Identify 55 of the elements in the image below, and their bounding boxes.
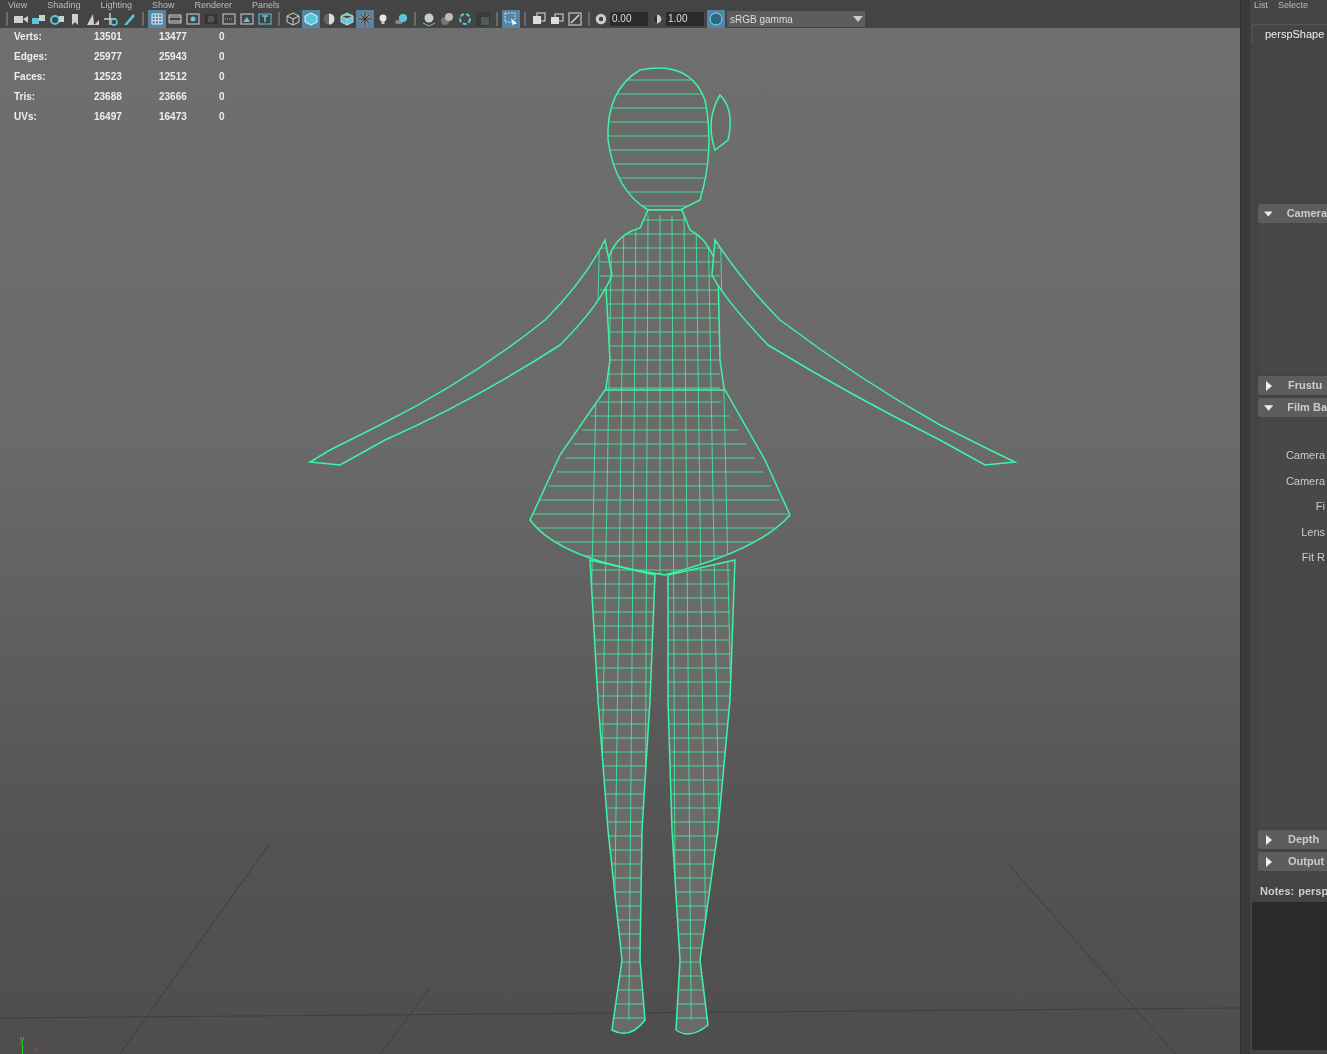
section-header[interactable]: Camera [1258, 204, 1327, 223]
stat-label: Faces: [14, 70, 47, 83]
stat-value: 23666 [159, 90, 188, 103]
color-management-toggle[interactable] [707, 10, 725, 28]
section-header[interactable]: Output [1258, 852, 1327, 871]
menu-item[interactable]: Lighting [100, 0, 132, 10]
stat-value: 0 [219, 90, 226, 103]
notes-label: Notes: [1260, 884, 1295, 899]
shaded-cube-icon[interactable] [302, 10, 320, 28]
stat-value: 16473 [159, 110, 188, 123]
stat-label: Edges: [14, 50, 49, 63]
attribute-label: Camera [1285, 448, 1326, 463]
axis-y-line [21, 1044, 23, 1054]
stat-value: 25977 [94, 50, 123, 63]
stat-value: 13501 [94, 30, 123, 43]
stat-value: 12512 [159, 70, 188, 83]
view-transform-dropdown[interactable]: sRGB gamma [727, 11, 865, 27]
attribute-label: Fi [1315, 499, 1326, 514]
stat-label: UVs: [14, 110, 38, 123]
attribute-label: Camera [1285, 473, 1326, 489]
stat-label: Tris: [14, 90, 37, 103]
stat-value: 13477 [159, 30, 188, 43]
viewport[interactable]: Verts: 13501 13477 0 Edges: 25977 25943 0 Faces: 12523 12512 0 Tris: 23688 23666 0 UVs: 16497 16473 0 y x [0, 28, 1240, 1054]
menu-item[interactable]: Shading [47, 0, 81, 10]
stat-value: 12523 [94, 70, 123, 83]
section-header[interactable]: Frustu [1258, 376, 1327, 395]
stat-value: 25943 [159, 50, 188, 63]
node-tab[interactable]: perspShape [1265, 26, 1325, 43]
caret-icon [853, 16, 863, 22]
stat-label: Verts: [14, 30, 43, 43]
menu-item[interactable]: Show [151, 0, 175, 10]
wireframe-cube-icon[interactable] [284, 10, 302, 28]
section-header[interactable]: Film Ba [1258, 398, 1327, 417]
notes-field[interactable] [1252, 901, 1327, 1050]
menu-item[interactable]: View [8, 0, 28, 10]
stat-value: 23688 [94, 90, 123, 103]
attribute-label: Lens [1301, 524, 1326, 540]
stat-value: 0 [219, 70, 226, 83]
axis-y-label: y [20, 1035, 25, 1044]
axis-x-label: x [34, 1045, 39, 1054]
menu-item[interactable]: Selecte [1278, 0, 1309, 10]
stat-value: 0 [219, 50, 226, 63]
section-header[interactable]: Depth [1258, 830, 1327, 849]
grid-icon[interactable] [148, 10, 166, 28]
attribute-label: Fit R [1301, 550, 1326, 565]
notes-object: persp [1298, 884, 1327, 899]
stat-value: 0 [219, 110, 226, 123]
exposure-field[interactable]: 0.00 [610, 12, 648, 26]
stat-value: 0 [219, 30, 226, 43]
menu-item[interactable]: List [1254, 0, 1268, 10]
wireframe-on-shaded-icon[interactable] [338, 10, 356, 28]
gamma-field[interactable]: 1.00 [666, 12, 704, 26]
menu-item[interactable]: Renderer [194, 0, 232, 10]
menu-item[interactable]: Panels [251, 0, 280, 10]
stat-value: 16497 [94, 110, 123, 123]
